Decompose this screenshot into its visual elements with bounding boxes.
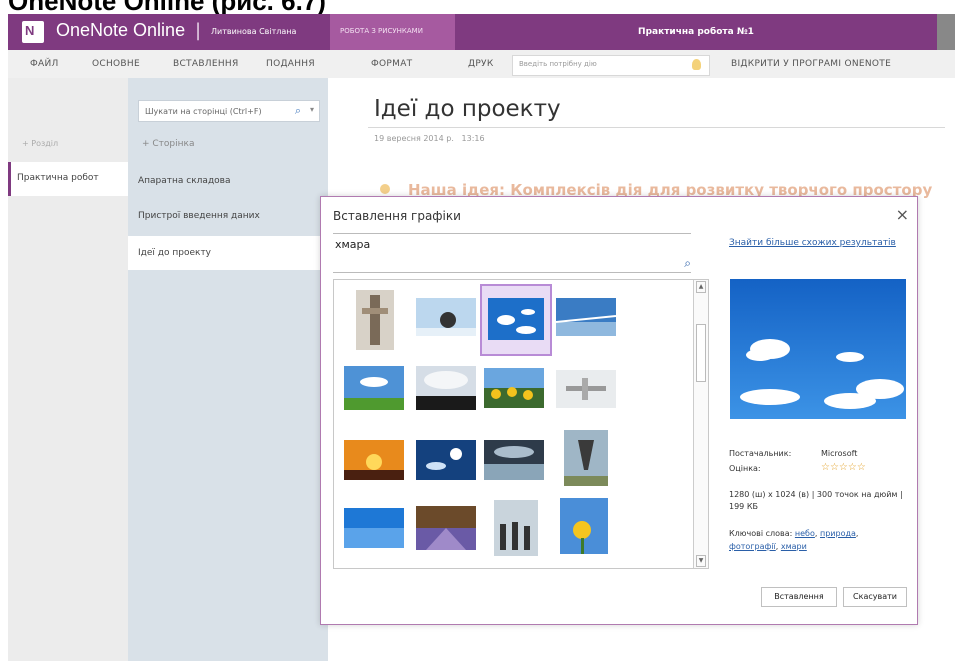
image-search-input[interactable]: хмара ⌕	[333, 233, 691, 273]
image-results-grid: ▲ ▼	[333, 279, 709, 569]
keyword-link[interactable]: природа	[820, 529, 856, 538]
keywords-block: Ключові слова: небо, природа, фотографії…	[729, 529, 859, 551]
source-label: Постачальник:	[729, 449, 792, 458]
image-preview	[730, 279, 906, 419]
page-item-selected[interactable]: Ідеї до проекту	[128, 236, 328, 270]
section-label: Практична робот	[17, 173, 99, 183]
image-result[interactable]	[416, 506, 476, 550]
image-size-info: 1280 (ш) x 1024 (в) | 300 точок на дюйм …	[729, 490, 903, 511]
app-name[interactable]: OneNote Online	[56, 20, 185, 41]
page-item[interactable]: Пристрої введення даних	[138, 211, 260, 221]
section-item[interactable]: Практична робот	[8, 162, 128, 196]
tab-view[interactable]: ПОДАННЯ	[266, 59, 315, 69]
results-scrollbar[interactable]: ▲ ▼	[693, 280, 708, 568]
search-icon[interactable]: ⌕	[684, 256, 691, 271]
scroll-down-icon[interactable]: ▼	[696, 555, 706, 567]
tab-home[interactable]: ОСНОВНЕ	[92, 59, 140, 69]
tab-file[interactable]: ФАЙЛ	[30, 59, 59, 69]
keyword-link[interactable]: фотографії	[729, 542, 776, 551]
page-title[interactable]: Ідеї до проекту	[374, 96, 561, 122]
tab-insert[interactable]: ВСТАВЛЕННЯ	[173, 59, 239, 69]
image-result[interactable]	[416, 440, 476, 480]
image-result[interactable]	[356, 290, 394, 350]
image-result[interactable]	[416, 298, 476, 336]
source-value: Microsoft	[821, 449, 858, 458]
image-result[interactable]	[344, 366, 404, 410]
title-divider	[368, 127, 945, 128]
image-result[interactable]	[416, 366, 476, 410]
more-results-link[interactable]: Знайти більше схожих результатів	[729, 238, 896, 248]
add-page-button[interactable]: + Сторінка	[142, 139, 194, 149]
image-result[interactable]	[494, 500, 538, 556]
chevron-down-icon[interactable]: ▾	[310, 105, 314, 114]
insert-picture-dialog: Вставлення графіки × хмара ⌕ Знайти біль…	[320, 196, 918, 625]
keyword-link[interactable]: хмари	[781, 542, 807, 551]
insert-button[interactable]: Вставлення	[761, 587, 837, 607]
image-result[interactable]	[344, 508, 404, 548]
titlebar-edge	[937, 14, 955, 50]
close-icon[interactable]: ×	[896, 205, 909, 224]
document-title[interactable]: Практична робота №1	[455, 14, 937, 50]
image-result[interactable]	[344, 440, 404, 480]
page-search-input[interactable]: Шукати на сторінці (Ctrl+F) ⌕ ▾	[138, 100, 320, 122]
contextual-tab-header: РОБОТА З РИСУНКАМИ	[330, 14, 455, 50]
keyword-link[interactable]: небо	[795, 529, 815, 538]
page-item[interactable]: Апаратна складова	[138, 176, 231, 186]
rating-label: Оцінка:	[729, 464, 761, 473]
onenote-logo-icon[interactable]: N	[22, 21, 44, 43]
cancel-button[interactable]: Скасувати	[843, 587, 907, 607]
image-result[interactable]	[560, 498, 608, 554]
rating-stars: ☆☆☆☆☆	[821, 462, 866, 473]
search-icon[interactable]: ⌕	[295, 104, 301, 118]
keywords-label: Ключові слова:	[729, 529, 793, 538]
page-item-label: Ідеї до проекту	[138, 248, 212, 258]
tab-format[interactable]: ФОРМАТ	[371, 59, 412, 69]
open-in-app-button[interactable]: ВІДКРИТИ У ПРОГРАМІ ONENOTE	[731, 59, 891, 69]
image-result[interactable]	[556, 298, 616, 336]
image-result[interactable]	[484, 440, 544, 480]
page-timestamp: 19 вересня 2014 р. 13:16	[374, 134, 485, 143]
scroll-up-icon[interactable]: ▲	[696, 281, 706, 293]
tell-me-input[interactable]: Введіть потрібну дію	[512, 55, 710, 76]
add-section-button[interactable]: + Розділ	[22, 139, 58, 148]
title-separator: |	[195, 20, 202, 41]
selected-image-frame[interactable]	[480, 284, 552, 356]
image-result-selected[interactable]	[488, 298, 544, 340]
dialog-title: Вставлення графіки	[333, 209, 461, 223]
ribbon-tabs: ФАЙЛ ОСНОВНЕ ВСТАВЛЕННЯ ПОДАННЯ ФОРМАТ Д…	[8, 50, 955, 79]
image-result[interactable]	[484, 368, 544, 408]
image-result[interactable]	[564, 430, 608, 486]
tab-print[interactable]: ДРУК	[468, 59, 494, 69]
lightbulb-icon	[692, 59, 701, 70]
pages-pane	[128, 78, 328, 661]
user-name[interactable]: Литвинова Світлана	[211, 27, 296, 36]
image-result[interactable]	[556, 370, 616, 408]
scroll-thumb[interactable]	[696, 324, 706, 382]
bullet-icon	[380, 184, 390, 194]
